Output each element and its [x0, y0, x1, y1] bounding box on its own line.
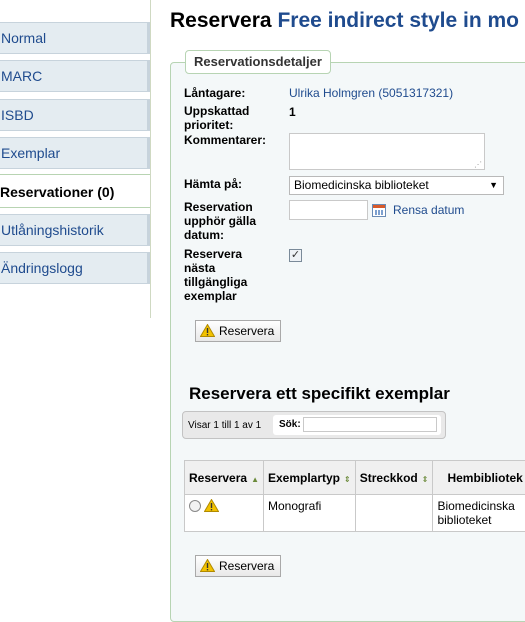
select-cell — [185, 495, 264, 532]
col-hembibliotek[interactable]: Hembibliotek — [433, 461, 525, 495]
warning-icon — [204, 499, 219, 512]
sidebar-item-reservationer[interactable]: Reservationer (0) — [0, 174, 150, 208]
sort-asc-icon: ▲ — [251, 475, 259, 484]
comments-textarea[interactable] — [289, 133, 485, 170]
table-header-row: Reservera ▲ Exemplartyp ⇕ Streckkod ⇕ Hembi… — [185, 461, 525, 495]
col-streckkod-label: Streckkod — [360, 471, 418, 485]
homebranch-cell: Biomedicinska biblioteket — [433, 495, 525, 532]
priority-label: Uppskattad prioritet: — [184, 104, 274, 132]
specific-item-heading: Reservera ett specifikt exemplar — [189, 383, 450, 405]
expiry-label: Reservation upphör gälla datum: — [184, 200, 274, 242]
resize-grip-icon[interactable]: ⋰ — [474, 160, 482, 169]
reserve-button[interactable]: Reservera — [195, 320, 281, 342]
col-reservera[interactable]: Reservera ▲ — [185, 461, 264, 495]
page-title-prefix: Reservera — [170, 9, 272, 32]
datatable-search: Sök: — [273, 415, 441, 435]
expiry-date-input[interactable] — [289, 200, 368, 220]
pickup-selected-value: Biomedicinska biblioteket — [294, 178, 429, 192]
search-input[interactable] — [303, 417, 437, 432]
datatable-info: Visar 1 till 1 av 1 — [188, 420, 261, 431]
calendar-icon[interactable] — [372, 204, 386, 217]
pickup-select[interactable]: Biomedicinska biblioteket ▼ — [289, 176, 504, 195]
col-exemplartyp[interactable]: Exemplartyp ⇕ — [263, 461, 355, 495]
item-radio[interactable] — [189, 500, 201, 512]
next-available-label: Reservera nästa tillgängliga exemplar — [184, 247, 264, 303]
barcode-cell — [355, 495, 433, 532]
page-title: Reservera Free indirect style in mo — [170, 8, 519, 34]
fieldset-legend: Reservationsdetaljer — [185, 50, 331, 74]
borrower-label: Låntagare: — [184, 86, 245, 100]
next-available-checkbox[interactable]: ✓ — [289, 249, 302, 262]
sidebar: Normal MARC ISBD Exemplar Reservationer … — [0, 0, 152, 318]
priority-value: 1 — [289, 105, 296, 119]
sidebar-item-marc[interactable]: MARC — [0, 60, 150, 92]
col-hembibliotek-label: Hembibliotek — [447, 471, 522, 485]
warning-icon — [200, 324, 215, 337]
col-streckkod[interactable]: Streckkod ⇕ — [355, 461, 433, 495]
sidebar-item-isbd[interactable]: ISBD — [0, 99, 150, 131]
sidebar-item-utlaningshistorik[interactable]: Utlåningshistorik — [0, 214, 150, 246]
sort-icon: ⇕ — [344, 475, 351, 484]
itemtype-cell: Monografi — [263, 495, 355, 532]
sort-icon: ⇕ — [422, 475, 429, 484]
col-exemplartyp-label: Exemplartyp — [268, 471, 340, 485]
sidebar-divider — [150, 0, 151, 318]
chevron-down-icon: ▼ — [489, 177, 498, 194]
reserve-item-button[interactable]: Reservera — [195, 555, 281, 577]
sidebar-item-exemplar[interactable]: Exemplar — [0, 137, 150, 169]
clear-date-link[interactable]: Rensa datum — [393, 203, 464, 217]
borrower-link[interactable]: Ulrika Holmgren (5051317321) — [289, 86, 453, 100]
items-table: Reservera ▲ Exemplartyp ⇕ Streckkod ⇕ Hembi… — [184, 460, 525, 532]
sidebar-item-normal[interactable]: Normal — [0, 22, 150, 54]
datatable-toolbar: Visar 1 till 1 av 1 Sök: — [182, 411, 446, 439]
warning-icon — [200, 559, 215, 572]
reserve-button-label: Reservera — [219, 324, 274, 338]
reserve-item-button-label: Reservera — [219, 559, 274, 573]
sidebar-item-andringslogg[interactable]: Ändringslogg — [0, 252, 150, 284]
search-label: Sök: — [279, 419, 301, 430]
table-row: Monografi Biomedicinska biblioteket — [185, 495, 525, 532]
bib-title-link[interactable]: Free indirect style in mo — [277, 9, 519, 32]
comments-label: Kommentarer: — [184, 133, 266, 147]
col-reservera-label: Reservera — [189, 471, 247, 485]
pickup-label: Hämta på: — [184, 177, 242, 191]
